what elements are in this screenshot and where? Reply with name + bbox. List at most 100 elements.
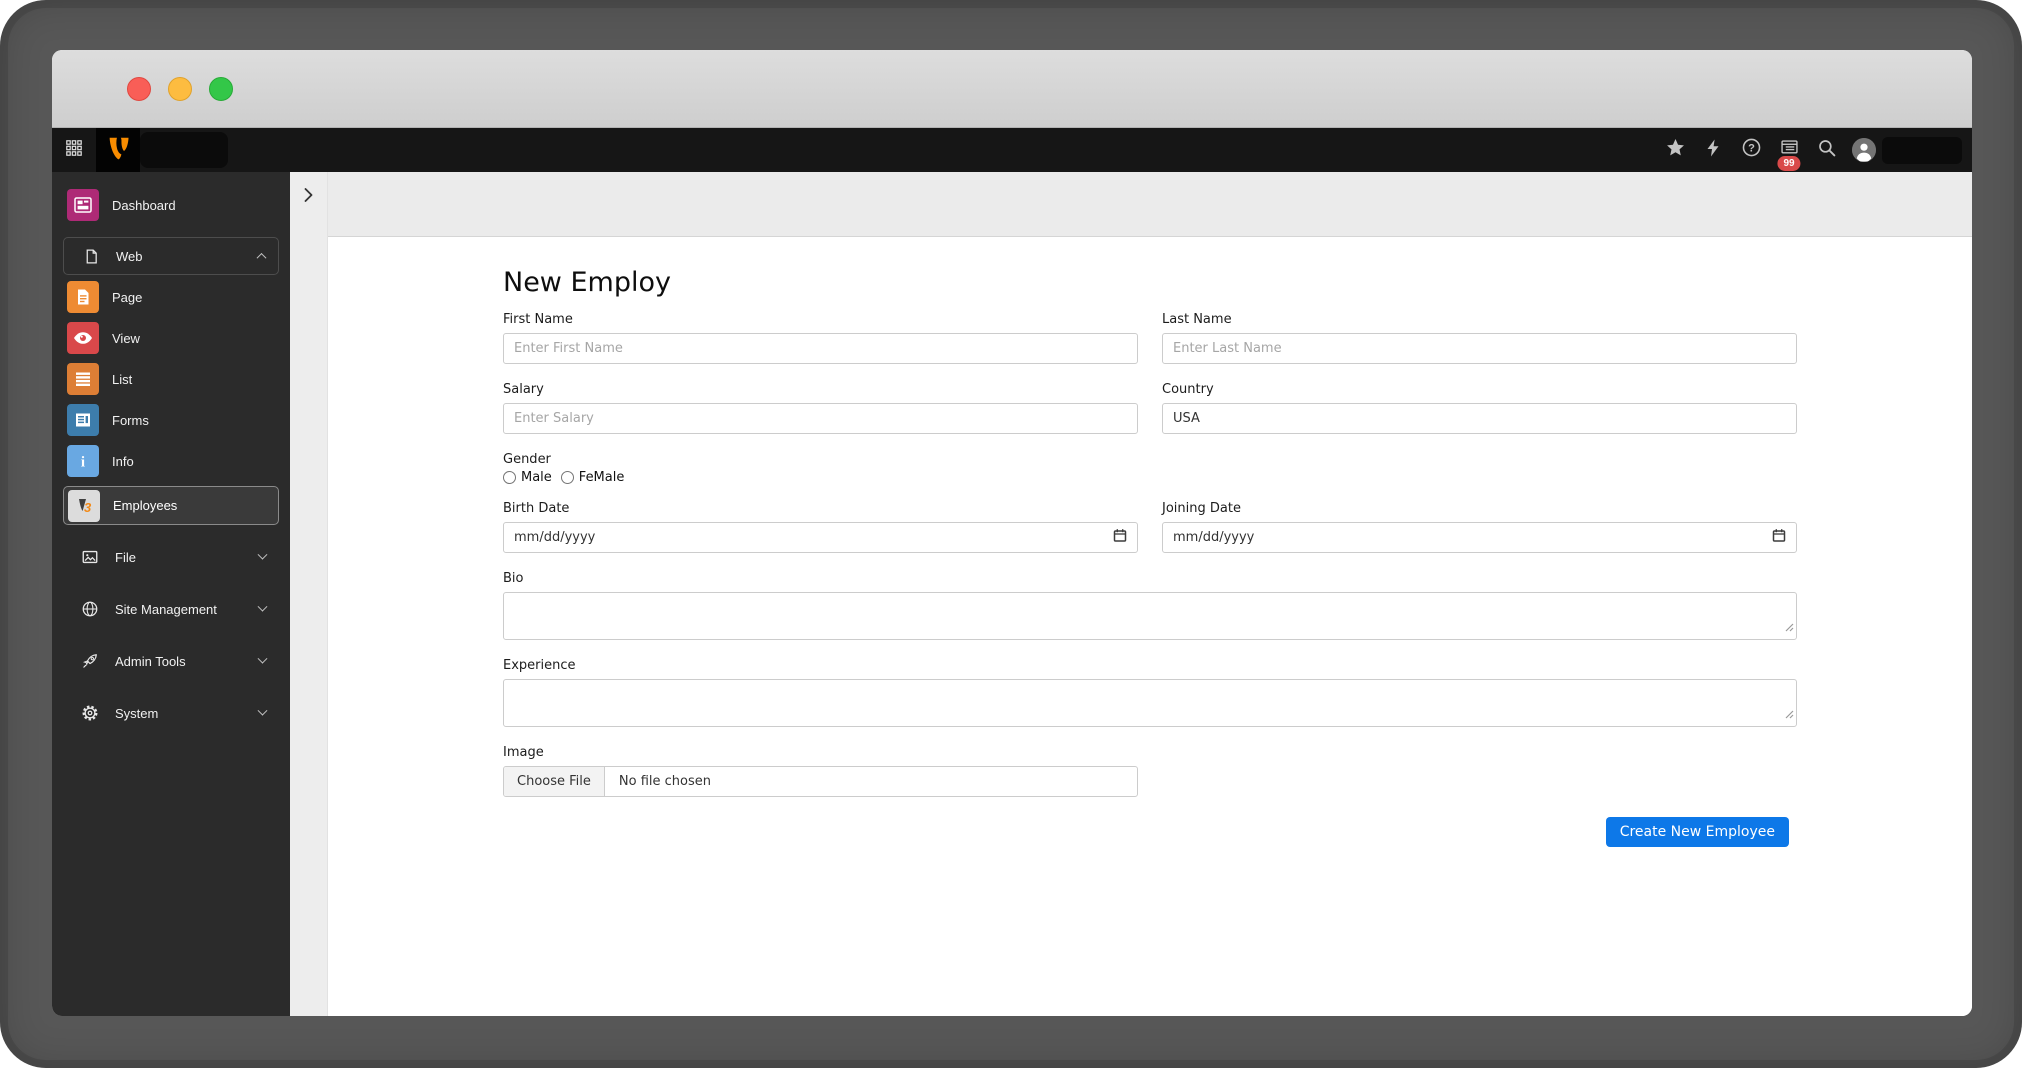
expand-nav-button[interactable] bbox=[296, 182, 322, 208]
gender-female-option[interactable]: FeMale bbox=[560, 470, 625, 485]
image-file-input[interactable]: Choose File No file chosen bbox=[503, 766, 1138, 797]
window-titlebar bbox=[52, 50, 1972, 128]
sidebar-group-web[interactable]: Web bbox=[63, 237, 279, 275]
minimize-window-button[interactable] bbox=[168, 76, 192, 101]
forms-icon bbox=[67, 404, 99, 436]
sidebar-group-label: File bbox=[115, 549, 136, 565]
help-icon: ? bbox=[1742, 138, 1761, 162]
user-avatar[interactable] bbox=[1852, 138, 1876, 162]
module-body: New Employ First Name Last Name bbox=[328, 237, 1972, 1016]
sidebar-item-label: Page bbox=[112, 289, 143, 305]
gender-label: Gender bbox=[503, 452, 551, 467]
person-icon bbox=[1852, 138, 1876, 162]
clear-cache-button[interactable] bbox=[1694, 128, 1732, 172]
module-menu-button[interactable] bbox=[52, 128, 96, 172]
chevron-down-icon bbox=[257, 549, 268, 560]
radio-button-icon[interactable] bbox=[560, 471, 574, 484]
device-frame: ? 99 Dashboard Web Page View List Forms … bbox=[0, 0, 2022, 1068]
sidebar-item-info[interactable]: i Info bbox=[67, 445, 279, 477]
experience-label: Experience bbox=[503, 658, 576, 673]
grid-icon bbox=[66, 139, 82, 161]
svg-text:3: 3 bbox=[84, 500, 92, 515]
topbar: ? 99 bbox=[52, 128, 1972, 172]
calendar-icon[interactable] bbox=[1772, 528, 1786, 547]
first-name-label: First Name bbox=[503, 312, 573, 327]
sidebar-item-view[interactable]: View bbox=[67, 322, 279, 354]
redacted-username bbox=[1882, 136, 1962, 164]
bookmarks-button[interactable] bbox=[1656, 128, 1694, 172]
sidebar-item-employees[interactable]: 3 Employees bbox=[63, 486, 279, 525]
chevron-down-icon bbox=[257, 601, 268, 612]
sidebar-group-system[interactable]: System bbox=[63, 697, 279, 729]
sidebar-group-label: Admin Tools bbox=[115, 653, 186, 669]
sidebar-item-label: Forms bbox=[112, 412, 149, 428]
sidebar-group-admin-tools[interactable]: Admin Tools bbox=[63, 645, 279, 677]
lightning-bolt-icon bbox=[1705, 139, 1721, 162]
gender-female-label: FeMale bbox=[578, 470, 625, 485]
sidebar-group-site-management[interactable]: Site Management bbox=[63, 593, 279, 625]
globe-icon bbox=[81, 600, 99, 618]
gear-icon bbox=[81, 704, 99, 722]
navigation-splitter bbox=[290, 172, 328, 1016]
country-input[interactable] bbox=[1162, 403, 1797, 434]
sidebar-item-forms[interactable]: Forms bbox=[67, 404, 279, 436]
sidebar-group-file[interactable]: File bbox=[63, 541, 279, 573]
chevron-up-icon bbox=[256, 252, 267, 263]
reports-button[interactable]: 99 bbox=[1770, 128, 1808, 172]
sidebar-item-list[interactable]: List bbox=[67, 363, 279, 395]
radio-button-icon[interactable] bbox=[503, 471, 516, 484]
close-window-button[interactable] bbox=[127, 76, 151, 101]
bio-textarea[interactable] bbox=[503, 592, 1797, 640]
file-image-icon bbox=[81, 548, 99, 566]
browser-window: ? 99 Dashboard Web Page View List Forms … bbox=[52, 50, 1972, 1016]
doc-header bbox=[328, 172, 1972, 237]
sidebar-group-label: Site Management bbox=[115, 601, 217, 617]
bio-label: Bio bbox=[503, 571, 524, 586]
search-button[interactable] bbox=[1808, 128, 1846, 172]
chevron-right-icon bbox=[304, 188, 313, 202]
calendar-icon[interactable] bbox=[1113, 528, 1127, 547]
gender-male-label: Male bbox=[521, 470, 552, 485]
date-placeholder-text: mm/dd/yyyy bbox=[1173, 530, 1255, 545]
new-employee-form: New Employ First Name Last Name bbox=[503, 267, 1797, 847]
redacted-site-name bbox=[140, 132, 228, 168]
salary-label: Salary bbox=[503, 382, 544, 397]
last-name-label: Last Name bbox=[1162, 312, 1232, 327]
star-icon bbox=[1666, 138, 1685, 162]
sidebar-item-label: Dashboard bbox=[112, 197, 176, 213]
create-new-employee-button[interactable]: Create New Employee bbox=[1605, 817, 1789, 847]
sidebar-group-label: Web bbox=[116, 248, 143, 264]
chevron-down-icon bbox=[257, 653, 268, 664]
sidebar-item-label: View bbox=[112, 330, 140, 346]
list-icon bbox=[67, 363, 99, 395]
sidebar-item-label: Info bbox=[112, 453, 134, 469]
birth-date-input[interactable]: mm/dd/yyyy bbox=[503, 522, 1138, 553]
typo3-logo-icon bbox=[105, 135, 131, 166]
notification-badge: 99 bbox=[1777, 156, 1801, 171]
page-title: New Employ bbox=[503, 267, 671, 298]
first-name-input[interactable] bbox=[503, 333, 1138, 364]
experience-textarea[interactable] bbox=[503, 679, 1797, 727]
svg-text:?: ? bbox=[1748, 142, 1755, 154]
svg-text:i: i bbox=[81, 455, 85, 471]
maximize-window-button[interactable] bbox=[209, 76, 233, 101]
sidebar-item-page[interactable]: Page bbox=[67, 281, 279, 313]
sidebar-item-label: List bbox=[112, 371, 133, 387]
joining-date-input[interactable]: mm/dd/yyyy bbox=[1162, 522, 1797, 553]
joining-date-label: Joining Date bbox=[1162, 501, 1241, 516]
help-button[interactable]: ? bbox=[1732, 128, 1770, 172]
salary-input[interactable] bbox=[503, 403, 1138, 434]
file-status-text: No file chosen bbox=[618, 774, 711, 789]
dashboard-icon bbox=[67, 189, 99, 221]
country-label: Country bbox=[1162, 382, 1214, 397]
search-icon bbox=[1818, 139, 1836, 162]
date-placeholder-text: mm/dd/yyyy bbox=[514, 530, 596, 545]
info-icon: i bbox=[67, 445, 99, 477]
typo3-logo-button[interactable] bbox=[96, 128, 140, 172]
sidebar-item-dashboard[interactable]: Dashboard bbox=[67, 189, 279, 221]
last-name-input[interactable] bbox=[1162, 333, 1797, 364]
gender-male-option[interactable]: Male bbox=[503, 470, 552, 485]
web-page-icon bbox=[82, 247, 100, 265]
choose-file-button[interactable]: Choose File bbox=[504, 767, 605, 796]
content-area: New Employ First Name Last Name bbox=[328, 172, 1972, 1016]
